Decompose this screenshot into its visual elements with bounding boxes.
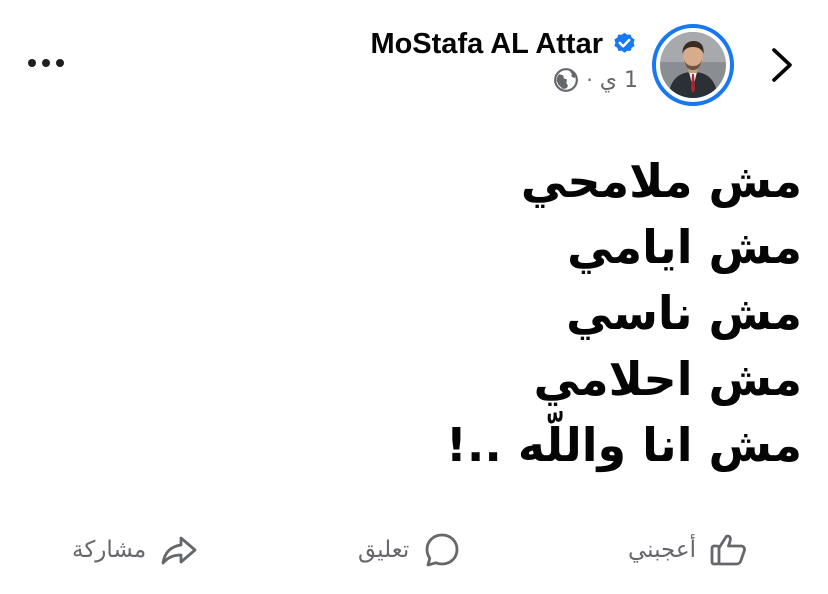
- share-button[interactable]: مشاركة: [72, 522, 200, 578]
- author-row: MoStafa AL Attar: [370, 28, 638, 61]
- post-action-bar: مشاركة تعليق أعجبني: [0, 522, 828, 578]
- post-line: مش انا واللّه ..!: [445, 418, 802, 472]
- more-options-button[interactable]: [28, 50, 72, 76]
- comment-bubble-icon: [425, 533, 459, 567]
- author-name[interactable]: MoStafa AL Attar: [370, 28, 603, 61]
- share-label: مشاركة: [72, 537, 147, 563]
- like-button[interactable]: أعجبني: [628, 522, 750, 578]
- post-meta: · 1 ي: [553, 67, 638, 93]
- post-timestamp[interactable]: 1 ي: [600, 68, 638, 93]
- post-text: مش ملامحي مش ايامي مش ناسي مش احلامي مش …: [82, 148, 802, 478]
- post-line: مش احلامي: [533, 352, 802, 406]
- more-options-icon: [28, 59, 36, 67]
- post-line: مش ملامحي: [520, 154, 802, 208]
- avatar[interactable]: [652, 24, 734, 106]
- chevron-icon[interactable]: [762, 42, 802, 88]
- post-line: مش ايامي: [567, 220, 802, 274]
- meta-separator: ·: [586, 68, 593, 92]
- share-arrow-icon: [161, 536, 197, 565]
- comment-button[interactable]: تعليق: [358, 522, 463, 578]
- avatar-portrait: [660, 32, 726, 98]
- thumbs-up-icon: [710, 534, 746, 566]
- globe-icon: [554, 68, 579, 92]
- avatar-image: [660, 32, 726, 98]
- more-options-icon-dot: [56, 59, 64, 67]
- post-line: مش ناسي: [566, 286, 802, 340]
- more-options-icon-dot: [42, 59, 50, 67]
- like-label: أعجبني: [628, 537, 697, 563]
- post-header: MoStafa AL Attar · 1 ي: [278, 28, 638, 93]
- verified-badge-icon: [614, 32, 635, 53]
- comment-label: تعليق: [358, 537, 410, 563]
